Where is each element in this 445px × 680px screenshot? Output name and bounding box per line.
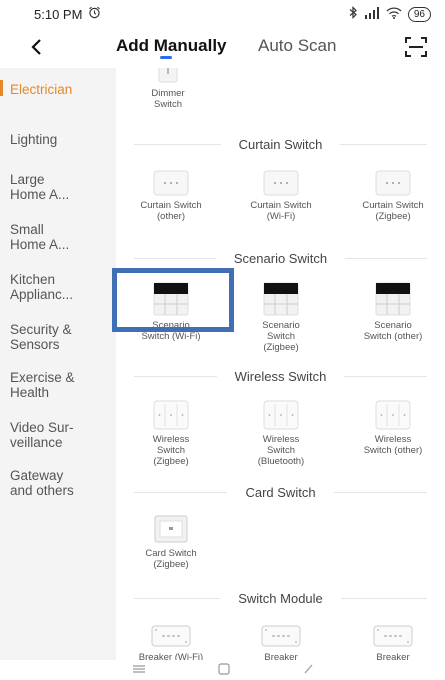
tab-auto-scan[interactable]: Auto Scan [258, 36, 336, 56]
section-title: Wireless Switch [234, 368, 327, 384]
device-curtain-switch-wifi[interactable]: Curtain Switch (Wi-Fi) [233, 170, 329, 222]
device-list: Dimmer Switch Curtain Switch Curtain Swi… [116, 68, 445, 660]
wireless-switch-icon [263, 400, 299, 430]
device-label: Card Switch (Zigbee) [145, 548, 197, 570]
device-label: Dimmer Switch [151, 88, 185, 110]
section-title: Switch Module [238, 590, 323, 606]
sidebar-item-small-home-appliances[interactable]: Small Home A... [0, 222, 116, 252]
back-button[interactable] [22, 32, 50, 62]
card-switch-icon [154, 515, 188, 543]
curtain-switch-icon [153, 170, 189, 196]
sidebar-item-video-surveillance[interactable]: Video Sur- veillance [0, 420, 116, 450]
section-header-curtain-switch: Curtain Switch [116, 134, 445, 154]
sidebar-item-exercise-health[interactable]: Exercise & Health [0, 370, 116, 400]
device-label: Breaker [264, 652, 298, 660]
sidebar-item-kitchen-appliances[interactable]: Kitchen Applianc... [0, 272, 116, 302]
device-label: Breaker (Wi-Fi) [138, 652, 204, 660]
device-breaker-2[interactable]: Breaker [233, 624, 329, 660]
section-header-card-switch: Card Switch [116, 482, 445, 502]
device-scenario-switch-zigbee[interactable]: Scenario Switch (Zigbee) [233, 282, 329, 353]
device-wireless-switch-other[interactable]: Wireless Switch (other) [345, 400, 441, 456]
chevron-left-icon [31, 39, 41, 55]
curtain-switch-icon [375, 170, 411, 196]
sidebar-item-gateway-others[interactable]: Gateway and others [0, 468, 116, 498]
status-bar: 5:10 PM 96 [0, 0, 445, 28]
section-header-switch-module: Switch Module [116, 588, 445, 608]
system-nav-bar [0, 660, 445, 680]
category-sidebar: Electrician Lighting Large Home A... Sma… [0, 68, 116, 660]
section-title: Curtain Switch [238, 136, 323, 152]
device-label: Wireless Switch (other) [363, 434, 423, 456]
alarm-icon [88, 6, 101, 22]
device-scenario-switch-other[interactable]: Scenario Switch (other) [345, 282, 441, 342]
tab-add-manually[interactable]: Add Manually [116, 36, 227, 56]
header: Add Manually Auto Scan [0, 28, 445, 68]
device-breaker-3[interactable]: Breaker [345, 624, 441, 660]
device-label: Wireless Switch (Zigbee) [152, 434, 190, 467]
sidebar-item-lighting[interactable]: Lighting [0, 132, 116, 147]
section-title: Card Switch [245, 484, 316, 500]
device-label: Scenario Switch (Zigbee) [262, 320, 300, 353]
scenario-switch-icon [263, 282, 299, 316]
section-title: Scenario Switch [233, 250, 328, 266]
scenario-switch-icon [375, 282, 411, 316]
signal-icon [364, 6, 380, 22]
status-time: 5:10 PM [34, 6, 83, 22]
device-label: Breaker [376, 652, 410, 660]
breaker-module-icon [261, 625, 301, 647]
curtain-switch-icon [263, 170, 299, 196]
scan-button[interactable] [401, 32, 431, 62]
device-dimmer-switch[interactable]: Dimmer Switch [120, 68, 216, 110]
wifi-icon [386, 6, 402, 22]
wireless-switch-icon [153, 400, 189, 430]
breaker-module-icon [151, 625, 191, 647]
device-label: Curtain Switch (Wi-Fi) [250, 200, 312, 222]
sidebar-item-security-sensors[interactable]: Security & Sensors [0, 322, 116, 352]
device-label: Scenario Switch (other) [363, 320, 423, 342]
breaker-module-icon [373, 625, 413, 647]
device-label: Curtain Switch (other) [140, 200, 202, 222]
device-label: Curtain Switch (Zigbee) [362, 200, 424, 222]
device-card-switch-zigbee[interactable]: Card Switch (Zigbee) [123, 514, 219, 570]
section-header-wireless-switch: Wireless Switch [116, 366, 445, 386]
sidebar-item-electrician[interactable]: Electrician [0, 82, 116, 97]
device-breaker-wifi[interactable]: Breaker (Wi-Fi) [123, 624, 219, 660]
sidebar-item-large-home-appliances[interactable]: Large Home A... [0, 172, 116, 202]
device-wireless-switch-bluetooth[interactable]: Wireless Switch (Bluetooth) [233, 400, 329, 467]
home-icon[interactable] [217, 662, 230, 678]
device-curtain-switch-zigbee[interactable]: Curtain Switch (Zigbee) [345, 170, 441, 222]
wireless-switch-icon [375, 400, 411, 430]
section-header-scenario-switch: Scenario Switch [116, 248, 445, 268]
device-curtain-switch-other[interactable]: Curtain Switch (other) [123, 170, 219, 222]
back-nav-icon[interactable] [302, 663, 314, 678]
battery-indicator: 96 [407, 6, 431, 22]
menu-icon[interactable] [132, 663, 146, 677]
active-tab-indicator [160, 56, 172, 59]
scan-icon [405, 37, 427, 57]
device-wireless-switch-zigbee[interactable]: Wireless Switch (Zigbee) [123, 400, 219, 467]
device-label: Wireless Switch (Bluetooth) [257, 434, 305, 467]
bluetooth-icon [349, 6, 358, 22]
dimmer-switch-icon [158, 68, 178, 83]
highlight-box [112, 268, 234, 332]
